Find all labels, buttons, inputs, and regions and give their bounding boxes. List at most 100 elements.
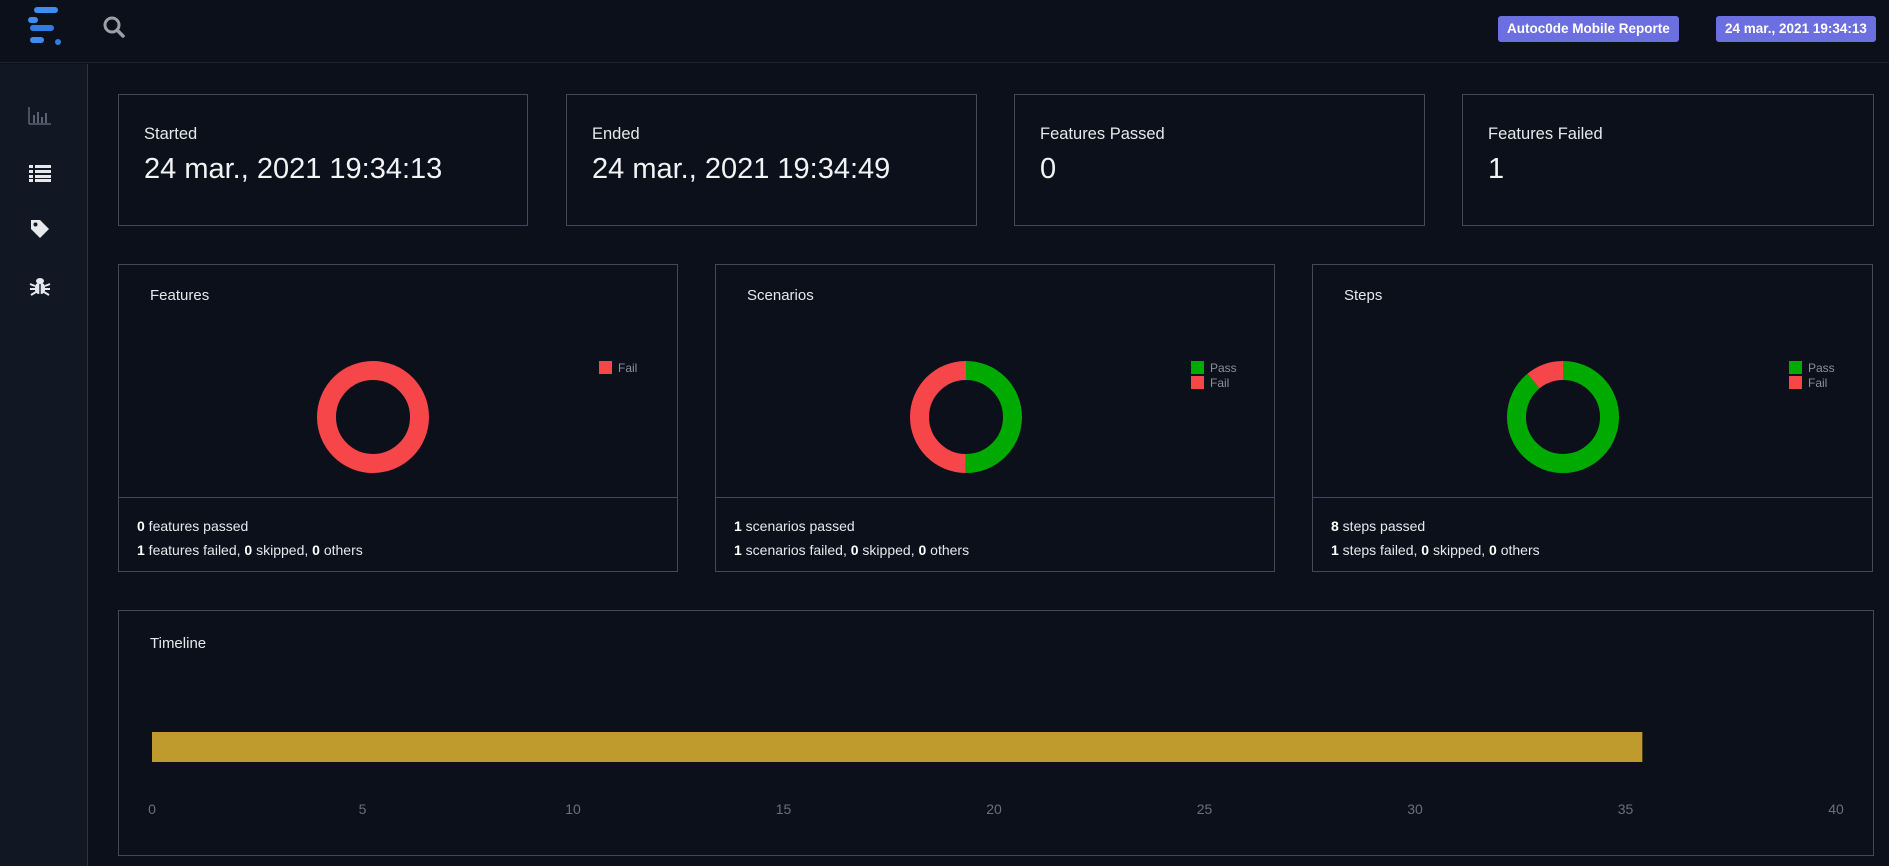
- skipped-count: 0: [850, 542, 859, 558]
- chart-legend: Fail: [599, 360, 637, 375]
- stat-value: 24 mar., 2021 19:34:13: [144, 153, 443, 185]
- failed-text: features failed,: [144, 542, 245, 558]
- donut-slice-fail[interactable]: [317, 361, 429, 473]
- bug-icon: [29, 278, 51, 296]
- report-name-badge: Autoc0de Mobile Reporte: [1498, 16, 1679, 42]
- search-icon[interactable]: [102, 15, 126, 39]
- divider: [1313, 497, 1872, 498]
- passed-count: 1: [734, 518, 742, 534]
- divider: [716, 497, 1274, 498]
- timeline-tick-label: 30: [1407, 801, 1423, 817]
- top-bar: Autoc0de Mobile Reporte 24 mar., 2021 19…: [0, 0, 1889, 63]
- tag-icon: [31, 220, 49, 238]
- sidebar-item-list[interactable]: [26, 159, 54, 187]
- chart-summary: 8 steps passed 1 steps failed, 0 skipped…: [1331, 514, 1540, 562]
- features-chart-card: Features Fail 0 features passed 1 featur…: [118, 264, 678, 572]
- failed-text: scenarios failed,: [741, 542, 851, 558]
- extent-logo-icon[interactable]: [28, 7, 64, 49]
- scenarios-chart-card: Scenarios Pass Fail 1 scenarios passed 1…: [715, 264, 1275, 572]
- timeline-tick-label: 40: [1828, 801, 1844, 817]
- list-icon: [29, 165, 51, 182]
- failed-text: steps failed,: [1338, 542, 1422, 558]
- steps-donut-chart[interactable]: [1507, 361, 1619, 473]
- stat-label: Features Passed: [1040, 125, 1165, 143]
- legend-label: Pass: [1808, 360, 1835, 375]
- timeline-tick-label: 20: [986, 801, 1002, 817]
- stat-label: Features Failed: [1488, 125, 1603, 143]
- stat-value: 24 mar., 2021 19:34:49: [592, 153, 891, 185]
- steps-chart-card: Steps Pass Fail 8 steps passed 1 steps f…: [1312, 264, 1873, 572]
- divider: [119, 497, 677, 498]
- others-text: others: [1496, 542, 1540, 558]
- passed-text: steps passed: [1338, 518, 1426, 534]
- skipped-text: skipped,: [858, 542, 919, 558]
- stat-card-started: Started 24 mar., 2021 19:34:13: [118, 94, 528, 226]
- timeline-tick-label: 10: [565, 801, 581, 817]
- chart-title: Scenarios: [747, 287, 814, 304]
- stat-value: 1: [1488, 153, 1505, 185]
- stat-card-ended: Ended 24 mar., 2021 19:34:49: [566, 94, 977, 226]
- skipped-text: skipped,: [252, 542, 313, 558]
- stat-label: Ended: [592, 125, 640, 143]
- timeline-card: Timeline 0 5 10 15 20 25 30 35 40: [118, 610, 1874, 856]
- passed-count: 0: [137, 518, 145, 534]
- legend-item-fail[interactable]: Fail: [599, 360, 637, 375]
- timeline-tick-label: 25: [1197, 801, 1213, 817]
- legend-swatch-fail: [1789, 376, 1802, 389]
- legend-item-pass[interactable]: Pass: [1191, 360, 1237, 375]
- timeline-chart[interactable]: 0 5 10 15 20 25 30 35 40: [119, 611, 1873, 855]
- legend-label: Fail: [1808, 375, 1828, 390]
- summary-passed-line: 8 steps passed: [1331, 514, 1540, 538]
- donut-slice-pass[interactable]: [1507, 361, 1619, 473]
- stat-label: Started: [144, 125, 198, 143]
- timeline-tick-label: 15: [776, 801, 792, 817]
- dashboard-chart-icon: [28, 107, 51, 125]
- failed-count: 1: [734, 542, 742, 558]
- scenarios-donut-chart[interactable]: [910, 361, 1022, 473]
- legend-item-pass[interactable]: Pass: [1789, 360, 1835, 375]
- legend-label: Fail: [618, 360, 638, 375]
- summary-failed-line: 1 steps failed, 0 skipped, 0 others: [1331, 538, 1540, 562]
- timeline-tick-label: 5: [359, 801, 367, 817]
- timeline-tick-label: 35: [1618, 801, 1634, 817]
- legend-label: Fail: [1210, 375, 1230, 390]
- stat-card-features-failed: Features Failed 1: [1462, 94, 1874, 226]
- summary-failed-line: 1 features failed, 0 skipped, 0 others: [137, 538, 363, 562]
- summary-passed-line: 0 features passed: [137, 514, 363, 538]
- others-text: others: [319, 542, 363, 558]
- sidebar: [0, 64, 88, 866]
- stat-value: 0: [1040, 153, 1057, 185]
- chart-legend: Pass Fail: [1789, 360, 1835, 390]
- legend-item-fail[interactable]: Fail: [1191, 375, 1237, 390]
- skipped-count: 0: [1421, 542, 1430, 558]
- skipped-text: skipped,: [1429, 542, 1490, 558]
- summary-passed-line: 1 scenarios passed: [734, 514, 969, 538]
- chart-legend: Pass Fail: [1191, 360, 1237, 390]
- features-donut-chart[interactable]: [317, 361, 429, 473]
- passed-text: scenarios passed: [741, 518, 855, 534]
- failed-count: 1: [137, 542, 145, 558]
- legend-swatch-fail: [1191, 376, 1204, 389]
- chart-summary: 0 features passed 1 features failed, 0 s…: [137, 514, 363, 562]
- legend-swatch-pass: [1789, 361, 1802, 374]
- sidebar-item-exceptions[interactable]: [26, 272, 54, 300]
- others-count: 0: [312, 542, 320, 558]
- others-text: others: [926, 542, 970, 558]
- legend-swatch-pass: [1191, 361, 1204, 374]
- chart-summary: 1 scenarios passed 1 scenarios failed, 0…: [734, 514, 969, 562]
- chart-title: Features: [150, 287, 210, 304]
- failed-count: 1: [1331, 542, 1339, 558]
- legend-label: Pass: [1210, 360, 1237, 375]
- sidebar-item-tags[interactable]: [26, 215, 54, 243]
- passed-count: 8: [1331, 518, 1339, 534]
- summary-failed-line: 1 scenarios failed, 0 skipped, 0 others: [734, 538, 969, 562]
- legend-item-fail[interactable]: Fail: [1789, 375, 1835, 390]
- sidebar-item-dashboard[interactable]: [26, 102, 54, 130]
- report-date-badge: 24 mar., 2021 19:34:13: [1716, 16, 1876, 42]
- passed-text: features passed: [144, 518, 249, 534]
- others-count: 0: [1489, 542, 1497, 558]
- stat-card-features-passed: Features Passed 0: [1014, 94, 1425, 226]
- legend-swatch-fail: [599, 361, 612, 374]
- timeline-bar[interactable]: [152, 732, 1643, 762]
- chart-title: Steps: [1344, 287, 1383, 304]
